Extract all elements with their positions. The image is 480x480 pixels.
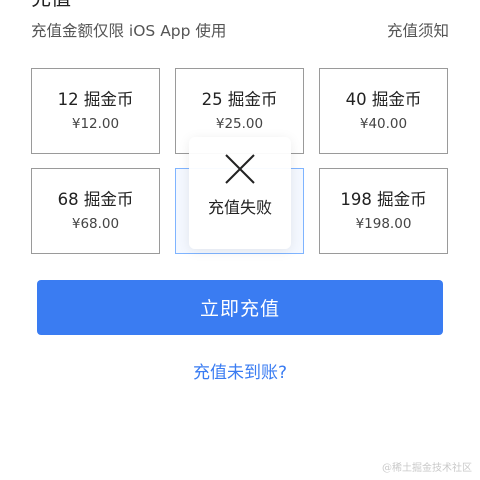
package-card-12[interactable]: 12 掘金币 ¥12.00 [31,68,160,154]
recharge-rules-link[interactable]: 充值须知 [387,21,449,41]
recharge-now-button[interactable]: 立即充值 [37,280,443,335]
package-price: ¥68.00 [71,216,120,232]
package-price: ¥12.00 [71,116,120,132]
failure-toast: 充值失败 [189,137,291,249]
recharge-missing-link[interactable]: 充值未到账? [0,362,480,384]
package-card-40[interactable]: 40 掘金币 ¥40.00 [319,68,448,154]
watermark: @稀土掘金技术社区 [382,463,472,474]
package-coins: 198 掘金币 [340,190,427,209]
package-coins: 12 掘金币 [57,90,134,109]
package-price: ¥40.00 [359,116,408,132]
recharge-page: 充值 充值金额仅限 iOS App 使用 充值须知 12 掘金币 ¥12.00 … [0,0,480,480]
package-price: ¥198.00 [355,216,412,232]
package-price: ¥25.00 [215,116,264,132]
close-icon [225,154,255,184]
package-card-68[interactable]: 68 掘金币 ¥68.00 [31,168,160,254]
notice-text: 充值金额仅限 iOS App 使用 [31,22,227,40]
page-title: 充值 [31,0,71,8]
toast-message: 充值失败 [207,198,272,217]
package-coins: 40 掘金币 [345,90,422,109]
package-coins: 25 掘金币 [201,90,278,109]
package-card-198[interactable]: 198 掘金币 ¥198.00 [319,168,448,254]
package-coins: 68 掘金币 [57,190,134,209]
notice-row: 充值金额仅限 iOS App 使用 充值须知 [31,21,449,41]
